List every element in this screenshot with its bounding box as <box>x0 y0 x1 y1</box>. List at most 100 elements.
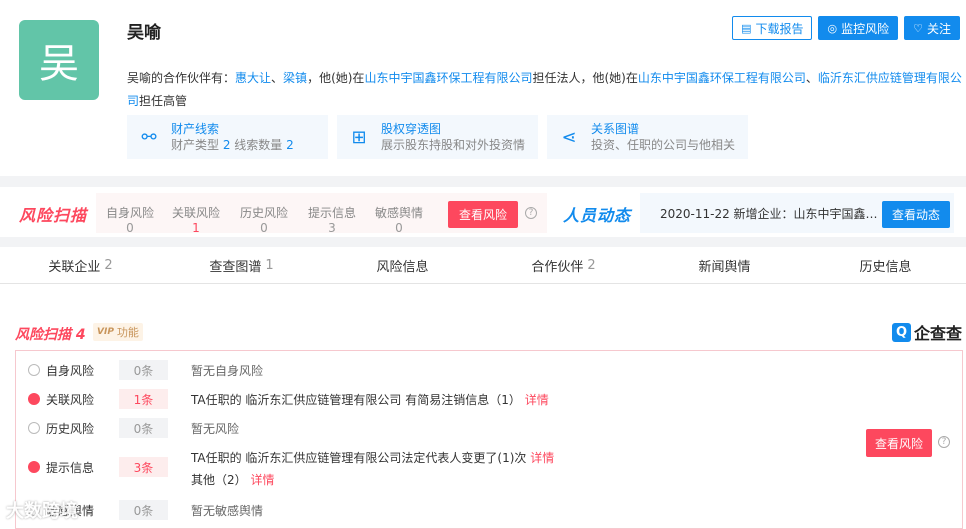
scan-item-label: 敏感舆情 <box>374 206 423 220</box>
risk-row-text-body: 其他（2） <box>191 473 247 487</box>
help-icon[interactable]: ? <box>938 436 950 448</box>
risk-scan-bar: 风险扫描 自身风险 0 关联风险 1 历史风险 0 提示信息 3 敏感舆情 0 查看风险 … <box>0 187 966 237</box>
tab-graph[interactable]: 查查图谱 1 <box>161 247 322 283</box>
risk-row-text: 暂无自身风险 <box>191 364 264 378</box>
risk-row-text: TA任职的 临沂东汇供应链管理有限公司 有简易注销信息（1） 详情 <box>191 391 549 408</box>
tab-partners[interactable]: 合作伙伴 2 <box>483 247 644 283</box>
vip-badge: VIP 功能 <box>93 323 143 341</box>
scan-item-related[interactable]: 关联风险 1 <box>168 206 224 236</box>
tab-label: 历史信息 <box>859 259 912 275</box>
equity-chart-title: 股权穿透图 <box>381 122 442 136</box>
partner-description: 吴喻的合作伙伴有：惠大让、梁镇，他(她)在山东中宇国鑫环保工程有限公司担任法人，… <box>127 67 962 113</box>
details-link[interactable]: 详情 <box>525 393 549 407</box>
header-actions: ▤ 下载报告 ◎ 监控风险 ♡ 关注 <box>732 16 960 40</box>
scan-item-self[interactable]: 自身风险 0 <box>102 206 158 236</box>
heart-icon: ♡ <box>913 21 923 35</box>
property-clues-card[interactable]: ⚯ 财产线索 财产类型 2 线索数量 2 <box>127 115 328 159</box>
details-link[interactable]: 详情 <box>530 451 554 465</box>
scan-item-label: 关联风险 <box>171 206 220 220</box>
risk-row-count: 0条 <box>119 418 168 438</box>
separator-2: 、 <box>805 71 818 85</box>
scan-item-value: 0 <box>395 221 403 235</box>
company-link-1[interactable]: 山东中宇国鑫环保工程有限公司 <box>364 71 532 85</box>
equity-chart-sub: 展示股东持股和对外投资情 <box>381 138 526 152</box>
tab-label: 关联企业 <box>48 259 101 275</box>
partner-link-1[interactable]: 惠大让 <box>235 71 271 85</box>
alert-icon <box>28 393 40 405</box>
details-link[interactable]: 详情 <box>250 473 274 487</box>
view-risk-button[interactable]: 查看风险 <box>448 201 518 228</box>
risk-row-label: 关联风险 <box>46 393 95 407</box>
scan-item-value: 3 <box>328 221 336 235</box>
qcc-logo-icon: Q <box>891 322 911 342</box>
status-icon <box>28 364 40 376</box>
property-icon: ⚯ <box>141 126 157 148</box>
follow-label: 关注 <box>926 21 951 36</box>
risk-row-count: 3条 <box>119 457 168 477</box>
desc-text-3: 担任高管 <box>139 94 188 108</box>
people-dynamics-text[interactable]: 2020-11-22 新增企业：山东中宇国鑫… <box>660 205 895 222</box>
tab-count: 1 <box>265 257 274 273</box>
scan-item-value: 1 <box>192 221 200 235</box>
tab-label: 新闻舆情 <box>698 259 751 275</box>
risk-row-text-2: 其他（2） 详情 <box>191 471 274 488</box>
download-report-button[interactable]: ▤ 下载报告 <box>732 16 813 40</box>
qcc-brand-name: 企查查 <box>913 324 962 343</box>
help-icon[interactable]: ? <box>525 207 537 219</box>
tab-label: 查查图谱 <box>209 259 262 275</box>
risk-section: 风险扫描 4 VIP 功能 Q 企查查 自身风险 0条 暂无自身风险 关联风险 1条… <box>0 284 966 529</box>
risk-list: 自身风险 0条 暂无自身风险 关联风险 1条 TA任职的 临沂东汇供应链管理有限… <box>15 350 963 529</box>
relation-graph-card[interactable]: ⋖ 关系图谱 投资、任职的公司与他相关 <box>547 115 748 159</box>
share-icon: ⋖ <box>561 126 577 148</box>
partner-link-2[interactable]: 梁镇 <box>283 71 307 85</box>
risk-row-text: 暂无风险 <box>191 422 240 436</box>
clue-count: 2 <box>286 138 294 152</box>
page: 吴 吴喻 ▤ 下载报告 ◎ 监控风险 ♡ 关注 吴喻的合作伙伴有：惠大让、梁镇，… <box>0 0 966 529</box>
monitor-risk-label: 监控风险 <box>841 21 890 36</box>
tab-related-companies[interactable]: 关联企业 2 <box>0 247 161 283</box>
property-clues-title: 财产线索 <box>171 122 220 136</box>
company-link-3[interactable]: 临沂东汇供应链管理有限公 <box>818 71 962 85</box>
view-risk-button-2[interactable]: 查看风险 <box>866 429 932 457</box>
follow-button[interactable]: ♡ 关注 <box>904 16 960 40</box>
company-link-3-tail[interactable]: 司 <box>127 94 139 108</box>
people-dynamics-title: 人员动态 <box>563 206 632 225</box>
scan-item-value: 0 <box>260 221 268 235</box>
scan-item-value: 0 <box>126 221 134 235</box>
risk-row-text-body: TA任职的 临沂东汇供应链管理有限公司法定代表人变更了(1)次 <box>191 451 527 465</box>
watermark: 大数跨境 <box>6 501 78 522</box>
scan-item-notice[interactable]: 提示信息 3 <box>304 206 360 236</box>
monitor-icon: ◎ <box>827 21 838 35</box>
tab-news[interactable]: 新闻舆情 <box>644 247 805 283</box>
risk-section-title: 风险扫描 4 <box>15 327 86 343</box>
risk-row-text-body: TA任职的 临沂东汇供应链管理有限公司 有简易注销信息（1） <box>191 393 521 407</box>
profile-card: 吴 吴喻 ▤ 下载报告 ◎ 监控风险 ♡ 关注 吴喻的合作伙伴有：惠大让、梁镇，… <box>0 0 966 176</box>
vip-tag: VIP <box>97 327 114 337</box>
separator: 、 <box>271 71 284 85</box>
clue-count-label: 线索数量 <box>230 138 287 152</box>
risk-row-text: 暂无敏感舆情 <box>191 504 264 518</box>
risk-row-count: 0条 <box>119 500 168 520</box>
view-dynamics-button[interactable]: 查看动态 <box>882 201 950 228</box>
risk-row-text: TA任职的 临沂东汇供应链管理有限公司法定代表人变更了(1)次 详情 <box>191 449 554 466</box>
risk-row-label: 历史风险 <box>46 422 95 436</box>
scan-item-history[interactable]: 历史风险 0 <box>236 206 292 236</box>
tab-risk-info[interactable]: 风险信息 <box>322 247 483 283</box>
scan-item-label: 自身风险 <box>105 206 154 220</box>
relation-graph-sub: 投资、任职的公司与他相关 <box>591 138 736 152</box>
equity-chart-card[interactable]: ⊞ 股权穿透图 展示股东持股和对外投资情 <box>337 115 538 159</box>
monitor-risk-button[interactable]: ◎ 监控风险 <box>818 16 899 40</box>
risk-row-count: 1条 <box>119 389 168 409</box>
partners-prefix: 吴喻的合作伙伴有： <box>127 71 236 85</box>
document-icon: ▤ <box>741 21 752 35</box>
people-dynamics-panel: 2020-11-22 新增企业：山东中宇国鑫… 查看动态 <box>640 193 954 233</box>
tab-count: 2 <box>104 257 113 273</box>
download-report-label: 下载报告 <box>755 21 804 36</box>
tab-label: 风险信息 <box>376 259 429 275</box>
tab-history[interactable]: 历史信息 <box>805 247 966 283</box>
company-link-2[interactable]: 山东中宇国鑫环保工程有限公司 <box>638 71 806 85</box>
tab-count: 2 <box>587 257 596 273</box>
scan-item-sentiment[interactable]: 敏感舆情 0 <box>371 206 427 236</box>
scan-item-label: 提示信息 <box>307 206 356 220</box>
person-name: 吴喻 <box>127 23 161 43</box>
